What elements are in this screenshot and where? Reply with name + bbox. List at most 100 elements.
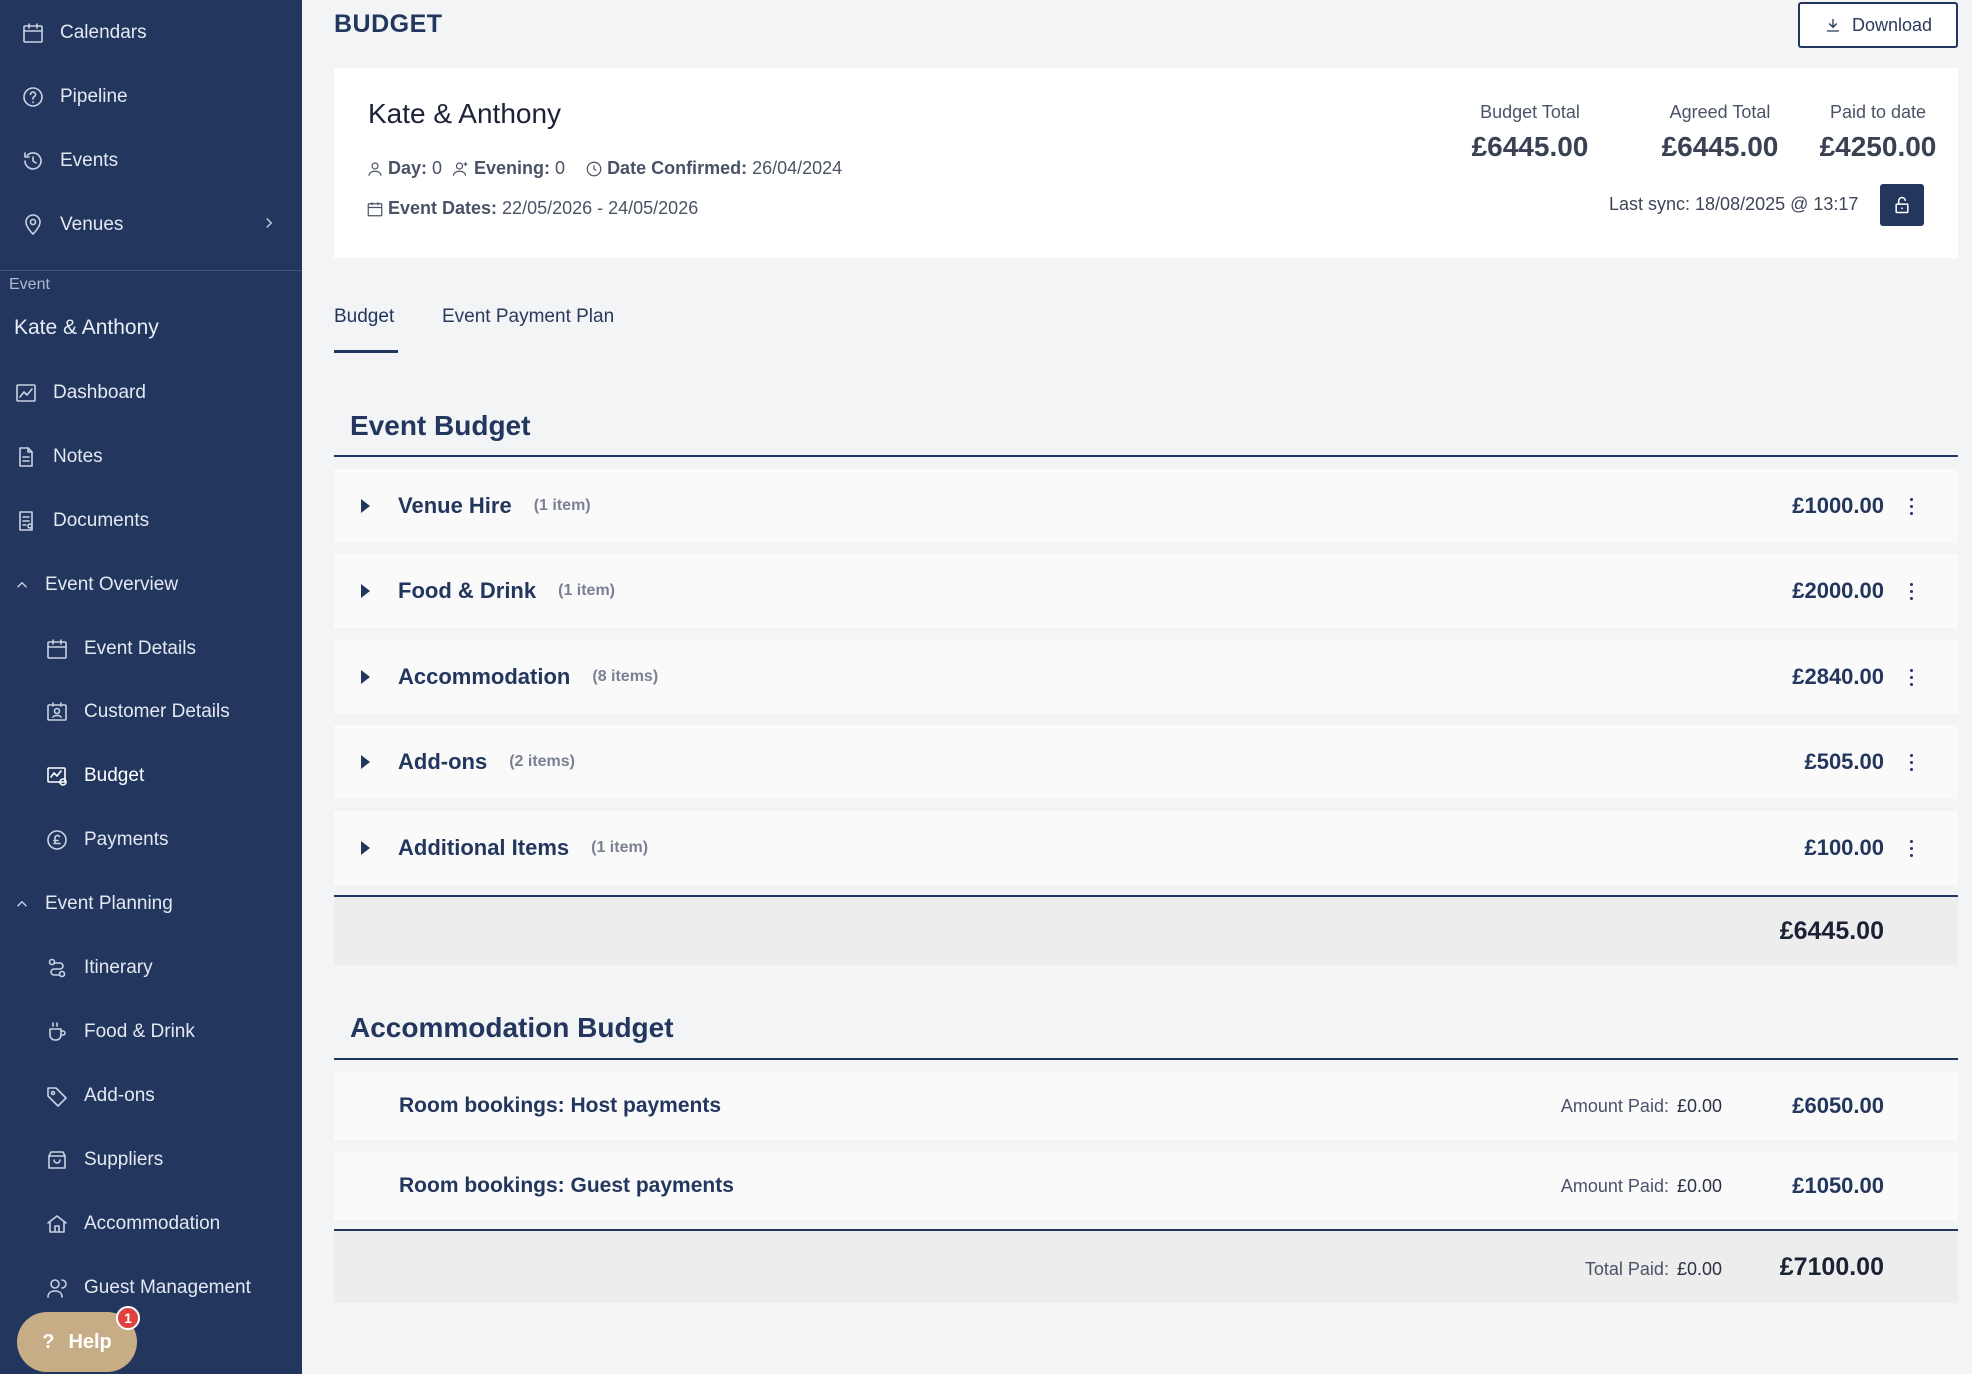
stat-value: £6445.00 [1661, 131, 1779, 162]
sidebar: Calendars Pipeline Events Venues Event K… [0, 0, 302, 1374]
sidebar-item-label: Guest Management [84, 1277, 251, 1298]
section-divider [334, 1058, 1958, 1060]
accommodation-budget-total: £7100.00 [1779, 1253, 1884, 1281]
note-icon [13, 444, 39, 470]
accommodation-total-bar: Total Paid: £0.00 £7100.00 [334, 1229, 1958, 1303]
section-divider [334, 455, 1958, 457]
sidebar-item-dashboard[interactable]: Dashboard [0, 368, 302, 418]
accommodation-row-amount: £1050.00 [1792, 1173, 1884, 1198]
stat-value: £4250.00 [1819, 131, 1937, 162]
sidebar-item-food-drink[interactable]: Food & Drink [0, 1007, 302, 1057]
amount-paid-value: £0.00 [1676, 1175, 1722, 1196]
more-options-icon[interactable] [1908, 840, 1914, 860]
budget-row-amount: £100.00 [1804, 835, 1884, 860]
clock-icon [586, 161, 602, 176]
sidebar-item-label: Suppliers [84, 1149, 164, 1170]
stat-agreed-total: Agreed Total £6445.00 [1640, 102, 1800, 163]
expand-triangle-icon [361, 584, 370, 598]
sidebar-item-calendars[interactable]: Calendars [0, 8, 302, 58]
sidebar-group-label: Event Overview [45, 574, 179, 595]
budget-row-name: Food & Drink [398, 578, 537, 603]
stat-label: Agreed Total [1669, 102, 1771, 122]
sidebar-item-events[interactable]: Events [0, 136, 302, 186]
sidebar-item-payments[interactable]: Payments [0, 815, 302, 865]
budget-row-amount: £2840.00 [1792, 664, 1884, 689]
sidebar-item-label: Food & Drink [84, 1021, 195, 1042]
evening-label: Evening: [474, 158, 551, 178]
accommodation-budget-title: Accommodation Budget [350, 1012, 674, 1043]
total-paid-value: £0.00 [1676, 1259, 1722, 1279]
unlock-button[interactable] [1880, 184, 1924, 226]
sidebar-item-label: Calendars [60, 22, 147, 43]
event-dates: Event Dates: 22/05/2026 - 24/05/2026 [366, 198, 698, 219]
location-pin-icon [20, 212, 46, 238]
event-dates-value: 22/05/2026 - 24/05/2026 [502, 198, 699, 218]
calendar-icon [20, 20, 46, 46]
budget-row-amount: £505.00 [1804, 749, 1884, 774]
budget-row-count: (8 items) [592, 668, 659, 685]
sidebar-item-label: Budget [84, 765, 145, 786]
help-notification-badge: 1 [116, 1306, 140, 1330]
download-button[interactable]: Download [1798, 2, 1958, 48]
sidebar-item-budget[interactable]: Budget [0, 751, 302, 801]
more-options-icon[interactable] [1908, 754, 1914, 774]
document-icon [13, 508, 39, 534]
budget-row-accommodation[interactable]: Accommodation (8 items) £2840.00 [334, 640, 1958, 714]
sidebar-item-suppliers[interactable]: Suppliers [0, 1135, 302, 1185]
more-options-icon[interactable] [1908, 583, 1914, 603]
download-icon [1826, 19, 1839, 32]
event-budget-title: Event Budget [350, 410, 531, 441]
stat-value: £6445.00 [1471, 131, 1589, 162]
budget-row-food-drink[interactable]: Food & Drink (1 item) £2000.00 [334, 554, 1958, 628]
sidebar-item-accommodation[interactable]: Accommodation [0, 1199, 302, 1249]
stat-budget-total: Budget Total £6445.00 [1450, 102, 1610, 163]
accommodation-row-guest-payments: Room bookings: Guest payments Amount Pai… [334, 1152, 1958, 1220]
home-icon [44, 1211, 70, 1237]
budget-row-name: Venue Hire [398, 493, 512, 518]
evening-value: 0 [555, 158, 566, 178]
sidebar-item-add-ons[interactable]: Add-ons [0, 1071, 302, 1121]
more-options-icon[interactable] [1908, 669, 1914, 689]
sidebar-item-label: Venues [60, 214, 124, 235]
tab-budget[interactable]: Budget [334, 306, 394, 328]
sidebar-item-documents[interactable]: Documents [0, 496, 302, 546]
sidebar-group-event-planning[interactable]: Event Planning [0, 879, 302, 929]
customer-name: Kate & Anthony [368, 98, 562, 129]
sidebar-item-event-details[interactable]: Event Details [0, 624, 302, 674]
sidebar-group-event-overview[interactable]: Event Overview [0, 560, 302, 610]
sidebar-item-label: Itinerary [84, 957, 153, 978]
sidebar-divider [0, 270, 302, 271]
budget-row-venue-hire[interactable]: Venue Hire (1 item) £1000.00 [334, 469, 1958, 543]
date-confirmed-label: Date Confirmed: [607, 158, 748, 178]
calendar-icon [44, 636, 70, 662]
budget-icon [44, 763, 70, 789]
sidebar-item-itinerary[interactable]: Itinerary [0, 943, 302, 993]
event-summary-card: Kate & Anthony Day: 0 Evening: 0 Date Co… [334, 68, 1958, 258]
amount-paid: Amount Paid: £0.00 [1561, 1176, 1722, 1197]
sidebar-item-customer-details[interactable]: Customer Details [0, 687, 302, 737]
budget-row-count: (1 item) [558, 582, 616, 599]
accommodation-row-name: Room bookings: Guest payments [399, 1174, 734, 1197]
sidebar-event-name[interactable]: Kate & Anthony [14, 316, 159, 340]
budget-row-add-ons[interactable]: Add-ons (2 items) £505.00 [334, 725, 1958, 799]
tab-event-payment-plan[interactable]: Event Payment Plan [442, 306, 614, 328]
amount-paid-label: Amount Paid: [1560, 1095, 1669, 1116]
route-icon [44, 955, 70, 981]
active-tab-indicator [334, 350, 398, 353]
question-circle-icon [20, 84, 46, 110]
sidebar-item-pipeline[interactable]: Pipeline [0, 72, 302, 122]
more-options-icon[interactable] [1908, 498, 1914, 518]
main-content: BUDGET Download Kate & Anthony Day: 0 Ev… [302, 0, 1972, 1374]
sidebar-item-label: Dashboard [53, 382, 146, 403]
total-paid: Total Paid: £0.00 [1585, 1259, 1722, 1280]
sidebar-item-venues[interactable]: Venues [0, 200, 302, 250]
budget-row-name: Additional Items [398, 835, 570, 860]
chart-icon [13, 380, 39, 406]
unlock-icon [1895, 196, 1909, 214]
stat-label: Budget Total [1480, 102, 1580, 122]
sidebar-item-guest-management[interactable]: Guest Management [0, 1263, 302, 1313]
budget-row-additional-items[interactable]: Additional Items (1 item) £100.00 [334, 811, 1958, 885]
sidebar-item-notes[interactable]: Notes [0, 432, 302, 482]
expand-triangle-icon [361, 670, 370, 684]
stat-paid-to-date: Paid to date £4250.00 [1798, 102, 1958, 163]
